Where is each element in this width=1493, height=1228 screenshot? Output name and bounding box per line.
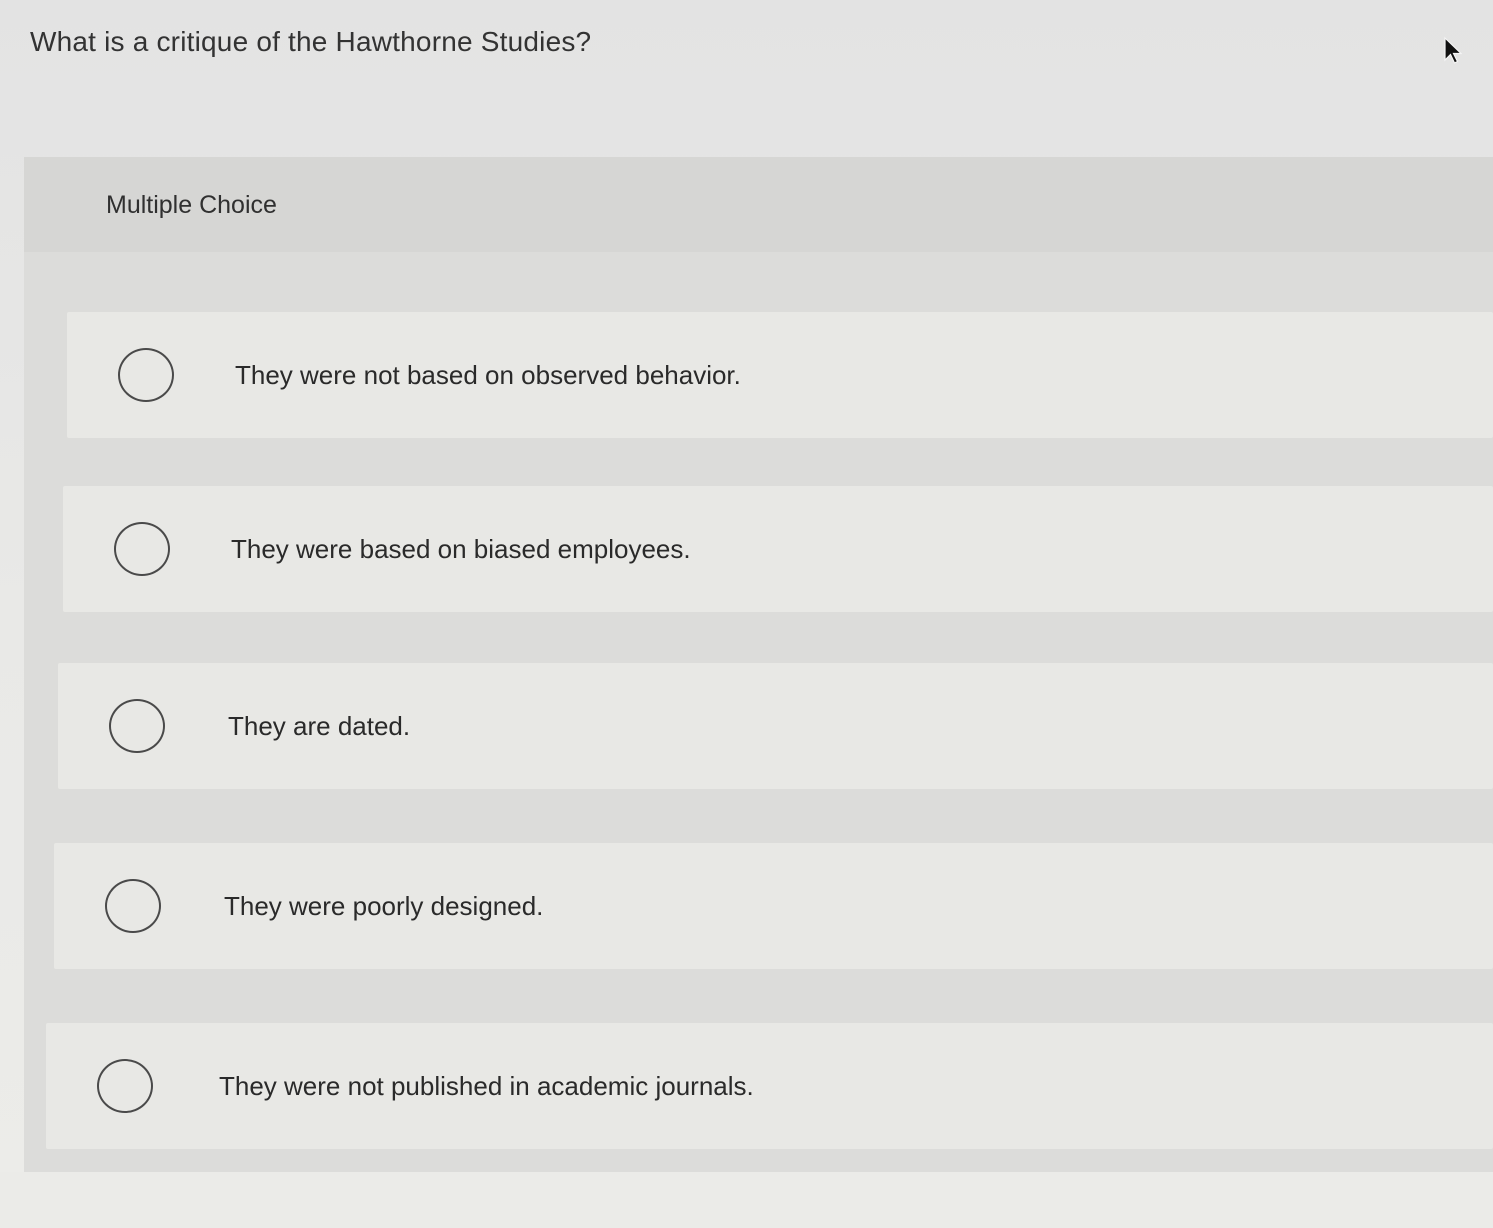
radio-unselected-icon[interactable] (105, 879, 161, 933)
answer-option-4[interactable]: They were poorly designed. (54, 843, 1493, 969)
answer-option-label: They were poorly designed. (224, 891, 544, 921)
multiple-choice-panel: Multiple Choice They were not based on o… (24, 157, 1493, 1172)
answer-option-label: They were not based on observed behavior… (235, 360, 741, 390)
answer-option-label: They were based on biased employees. (231, 534, 691, 564)
radio-unselected-icon[interactable] (109, 699, 165, 753)
radio-unselected-icon[interactable] (114, 522, 170, 576)
answer-option-5[interactable]: They were not published in academic jour… (46, 1023, 1493, 1149)
question-type-label: Multiple Choice (106, 191, 277, 219)
radio-unselected-icon[interactable] (97, 1059, 153, 1113)
radio-unselected-icon[interactable] (118, 348, 174, 402)
answer-option-label: They are dated. (228, 711, 411, 741)
answer-option-2[interactable]: They were based on biased employees. (63, 486, 1493, 612)
page-footer-area (0, 1172, 1493, 1228)
answer-option-3[interactable]: They are dated. (58, 663, 1493, 789)
answer-option-1[interactable]: They were not based on observed behavior… (67, 312, 1493, 438)
panel-header: Multiple Choice (24, 157, 1493, 252)
mouse-pointer-icon (1444, 36, 1463, 64)
answer-option-label: They were not published in academic jour… (219, 1071, 754, 1101)
question-title: What is a critique of the Hawthorne Stud… (30, 26, 592, 57)
